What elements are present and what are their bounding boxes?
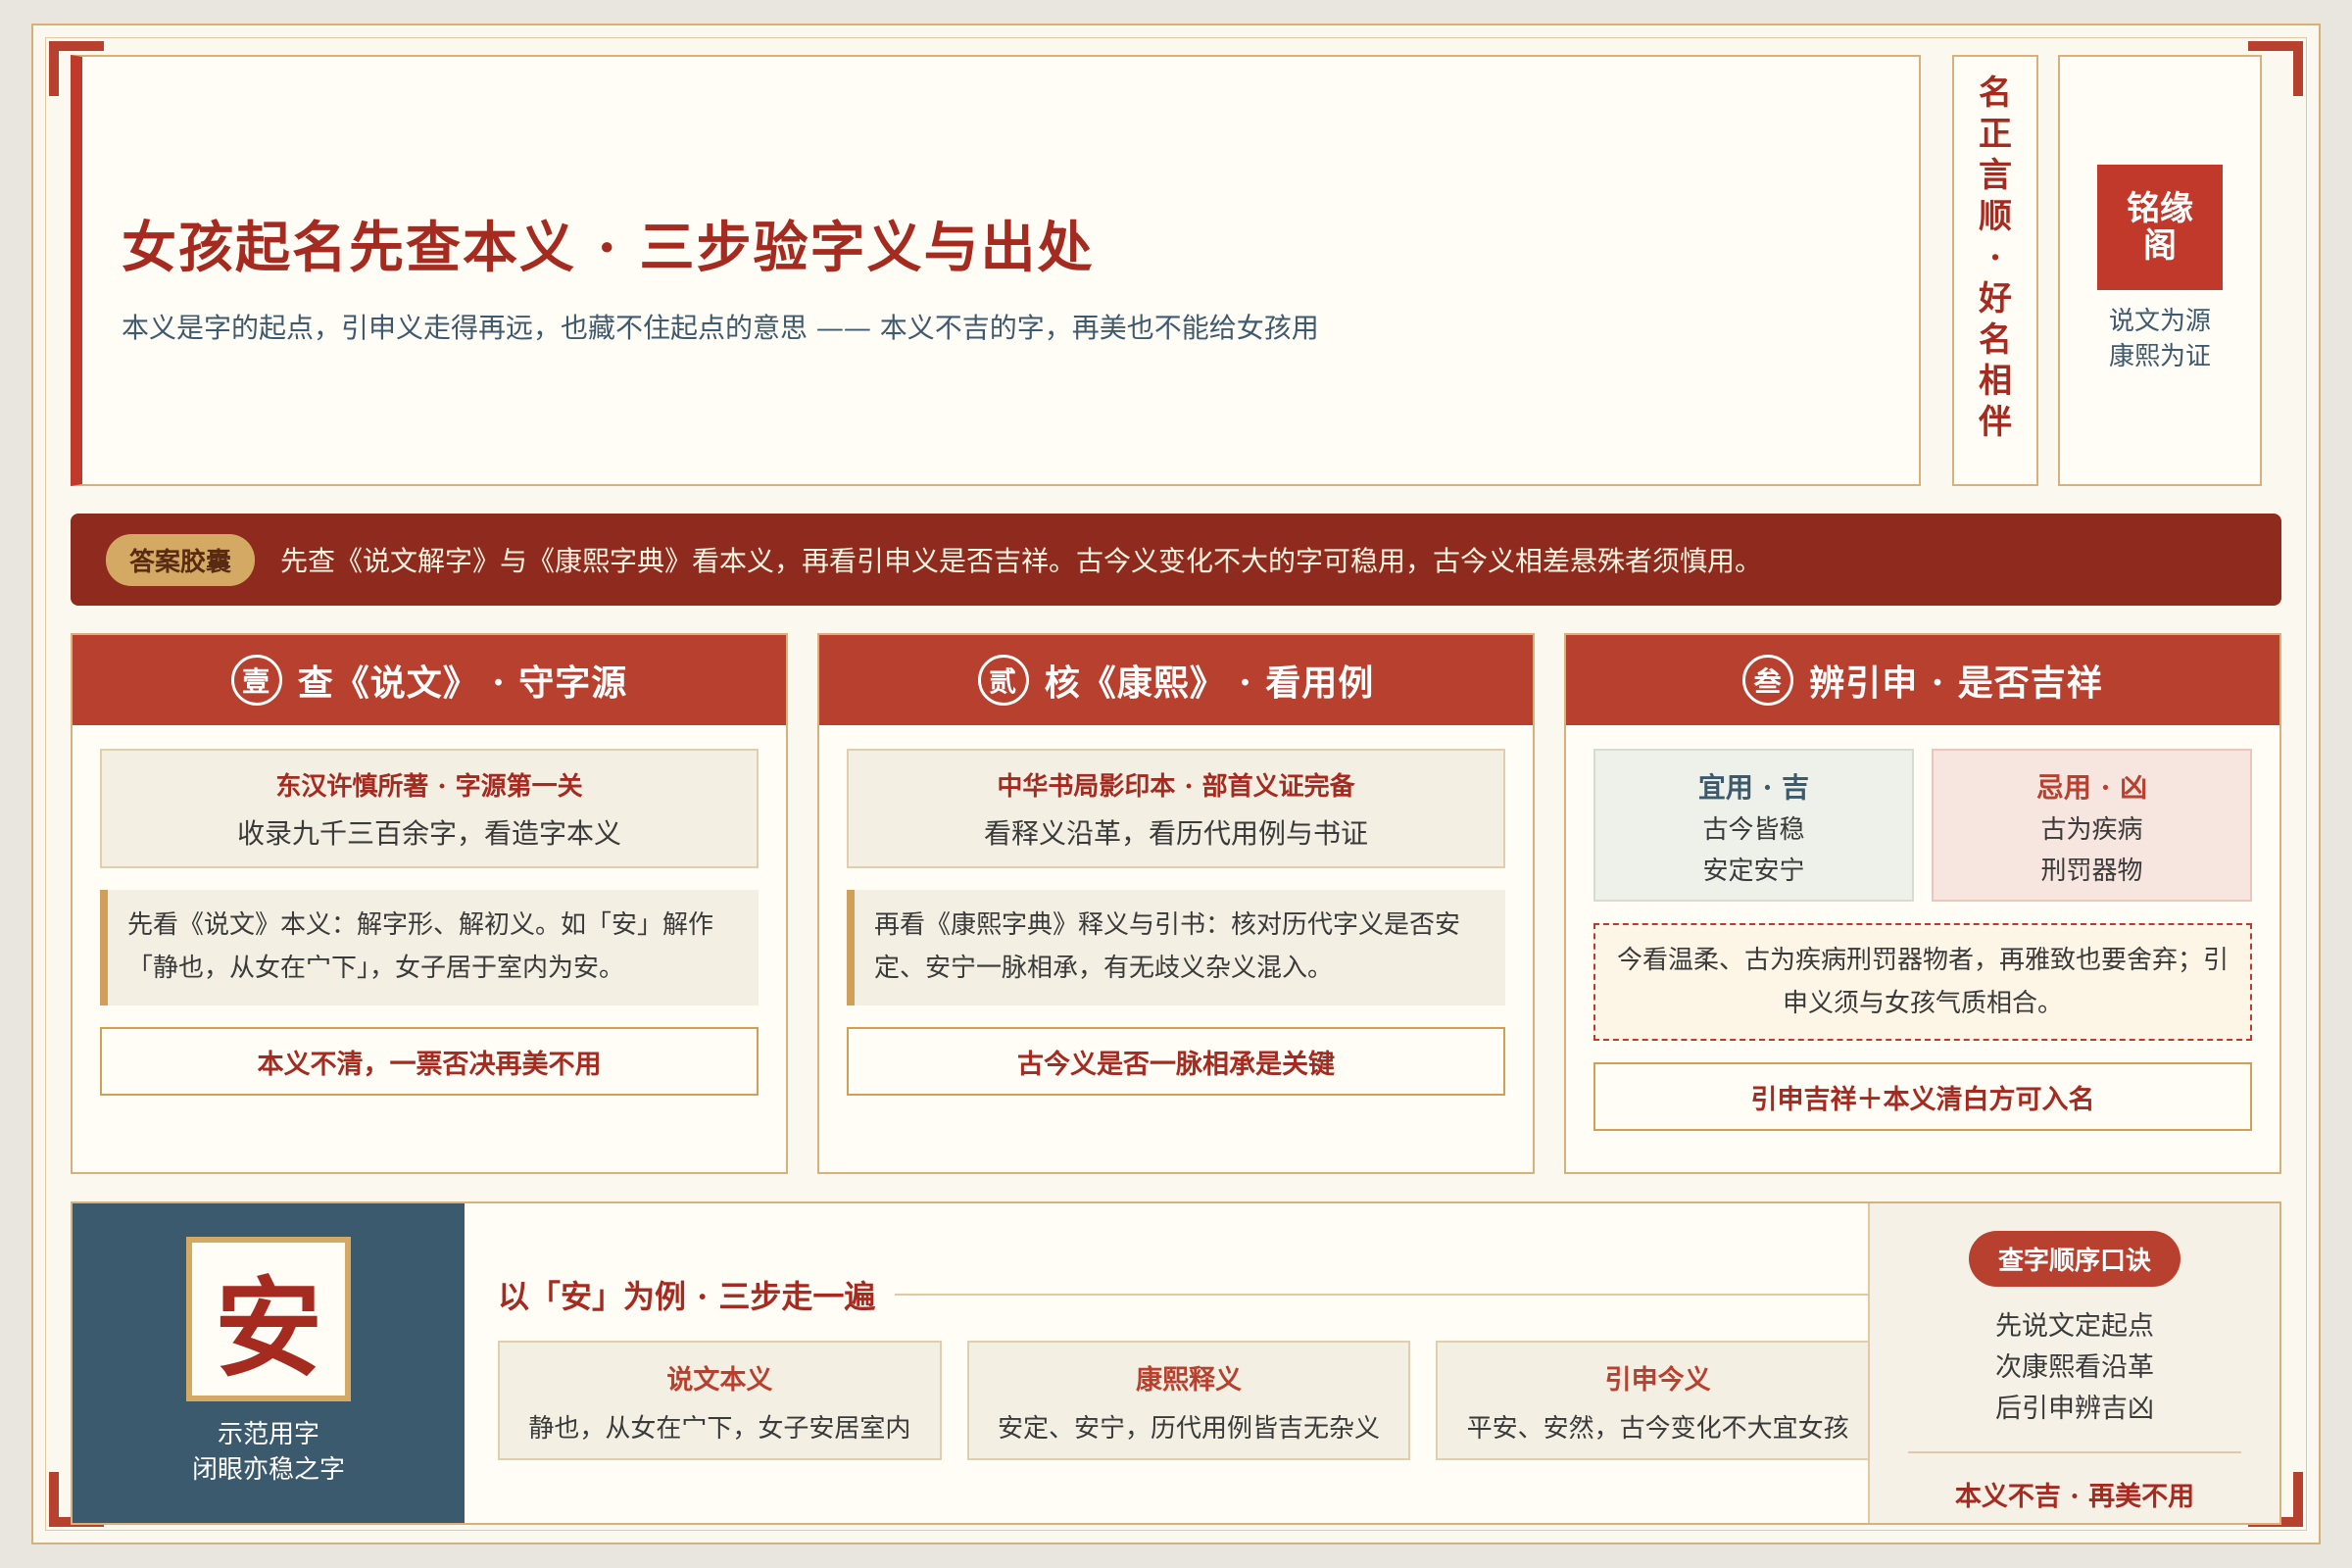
card-title: 核《康熙》 · 看用例: [1044, 662, 1375, 704]
motto-char: 名: [1979, 74, 2012, 113]
good-text: 古今皆稳 安定安宁: [1595, 809, 1912, 892]
page-title: 女孩起名先查本义 · 三步验字义与出处: [122, 216, 1095, 280]
motto-char: 名: [1979, 320, 2012, 360]
info-title: 东汉许慎所著 · 字源第一关: [275, 772, 583, 802]
info-body: 看释义沿革，看历代用例与书证: [983, 817, 1368, 850]
example-step-body: 安定、安宁，历代用例皆吉无杂义: [998, 1414, 1381, 1444]
good-label: 宜用 · 吉: [1697, 771, 1810, 804]
good-box: 宜用 · 吉 古今皆稳 安定安宁: [1593, 749, 1914, 902]
card-title: 辨引申 · 是否吉祥: [1809, 662, 2103, 704]
motto-char: 言: [1979, 156, 2012, 195]
bad-line: 刑罚器物: [2040, 857, 2143, 886]
example-steps-panel: 以「安」为例 · 三步走一遍 说文本义 静也，从女在宀下，女子安居室内 康熙释义…: [498, 1272, 1881, 1460]
example-step-title: 引申今义: [1604, 1365, 1711, 1396]
seal-panel: 铭缘阁 说文为源 康熙为证: [2058, 55, 2262, 486]
motto-char: 好: [1979, 279, 2012, 318]
example-step-title: 康熙释义: [1136, 1365, 1242, 1396]
motto-char: ·: [1989, 238, 2001, 277]
good-line: 安定安宁: [1702, 857, 1805, 886]
example-step: 说文本义 静也，从女在宀下，女子安居室内: [498, 1341, 942, 1460]
header-panel: 女孩起名先查本义 · 三步验字义与出处 本义是字的起点，引申义走得再远，也藏不住…: [71, 55, 1921, 486]
answer-tag: 答案胶囊: [106, 533, 256, 586]
example-steps: 说文本义 静也，从女在宀下，女子安居室内 康熙释义 安定、安宁，历代用例皆吉无杂…: [498, 1341, 1881, 1460]
example-title-row: 以「安」为例 · 三步走一遍: [498, 1272, 1880, 1317]
mnemonic-pill: 查字顺序口诀: [1968, 1231, 2180, 1287]
bad-label: 忌用 · 凶: [2035, 771, 2148, 804]
example-panel: 安 示范用字 闭眼亦稳之字 以「安」为例 · 三步走一遍 说文本义 静也，从女在…: [71, 1201, 2281, 1525]
verdict-box: 本义不清，一票否决再美不用: [100, 1027, 759, 1096]
example-step: 康熙释义 安定、安宁，历代用例皆吉无杂义: [966, 1341, 1411, 1460]
example-char-caption: 示范用字 闭眼亦稳之字: [192, 1417, 345, 1488]
closing-motto: 本义不吉 · 再美不用: [1954, 1482, 2195, 1512]
bad-box: 忌用 · 凶 古为疾病 刑罚器物: [1932, 749, 2252, 902]
example-char-panel: 安 示范用字 闭眼亦稳之字: [73, 1203, 465, 1523]
warning-note: 今看温柔、古为疾病刑罚器物者，再雅致也要舍弃；引申义须与女孩气质相合。: [1593, 923, 2252, 1041]
bad-line: 古为疾病: [2040, 815, 2143, 845]
info-title: 中华书局影印本 · 部首义证完备: [997, 772, 1355, 802]
quote-box: 再看《康熙字典》释义与引书：核对历代字义是否安定、安宁一脉相承，有无歧义杂义混入…: [847, 890, 1505, 1005]
mnemonic-line: 先说文定起点: [1995, 1311, 2154, 1342]
step-card-kangxi: 贰 核《康熙》 · 看用例 中华书局影印本 · 部首义证完备 看释义沿革，看历代…: [817, 633, 1535, 1174]
divider: [895, 1294, 1880, 1296]
info-box: 中华书局影印本 · 部首义证完备 看释义沿革，看历代用例与书证: [847, 749, 1505, 868]
card-header: 壹 查《说文》 · 守字源: [73, 635, 786, 725]
vertical-motto: 名 正 言 顺 · 好 名 相 伴: [1952, 55, 2038, 486]
motto-char: 顺: [1979, 197, 2012, 236]
example-step-title: 说文本义: [666, 1365, 773, 1396]
mnemonic-line: 次康熙看沿革: [1995, 1352, 2154, 1383]
card-header: 贰 核《康熙》 · 看用例: [819, 635, 1533, 725]
example-char: 安: [186, 1237, 351, 1401]
good-bad-compare: 宜用 · 吉 古今皆稳 安定安宁 忌用 · 凶 古为疾病 刑罚器物: [1593, 749, 2252, 902]
step-card-shuowen: 壹 查《说文》 · 守字源 东汉许慎所著 · 字源第一关 收录九千三百余字，看造…: [71, 633, 788, 1174]
answer-bar: 答案胶囊 先查《说文解字》与《康熙字典》看本义，再看引申义是否吉祥。古今义变化不…: [71, 514, 2281, 606]
caption-line: 示范用字: [217, 1420, 319, 1449]
example-step-body: 静也，从女在宀下，女子安居室内: [528, 1414, 911, 1444]
mnemonic-text: 先说文定起点 次康熙看沿革 后引申辨吉凶: [1995, 1306, 2154, 1430]
brand-seal: 铭缘阁: [2097, 165, 2223, 290]
caption-line: 闭眼亦稳之字: [191, 1455, 345, 1485]
card-title: 查《说文》 · 守字源: [297, 662, 628, 704]
motto-char: 正: [1979, 115, 2012, 154]
motto-char: 相: [1979, 362, 2012, 401]
verdict-box: 古今义是否一脉相承是关键: [847, 1027, 1505, 1096]
info-box: 东汉许慎所著 · 字源第一关 收录九千三百余字，看造字本义: [100, 749, 759, 868]
example-title: 以「安」为例 · 三步走一遍: [498, 1278, 876, 1315]
mnemonic-line: 后引申辨吉凶: [1995, 1394, 2154, 1424]
card-header: 叁 辨引申 · 是否吉祥: [1566, 635, 2279, 725]
info-body: 收录九千三百余字，看造字本义: [236, 817, 621, 850]
good-line: 古今皆稳: [1702, 815, 1805, 845]
verdict-box: 引申吉祥＋本义清白方可入名: [1593, 1062, 2252, 1131]
page-subtitle: 本义是字的起点，引申义走得再远，也藏不住起点的意思 —— 本义不吉的字，再美也不…: [122, 312, 1319, 344]
quote-box: 先看《说文》本义：解字形、解初义。如「安」解作「静也，从女在宀下」，女子居于室内…: [100, 890, 759, 1005]
step-number-badge: 叁: [1742, 655, 1794, 706]
mnemonic-panel: 查字顺序口诀 先说文定起点 次康熙看沿革 后引申辨吉凶 本义不吉 · 再美不用: [1868, 1203, 2279, 1523]
step-card-yinshen: 叁 辨引申 · 是否吉祥 宜用 · 吉 古今皆稳 安定安宁 忌用 · 凶 古为疾…: [1564, 633, 2281, 1174]
step-number-badge: 贰: [977, 655, 1029, 706]
seal-caption-line: 说文为源: [2108, 307, 2211, 336]
divider: [1908, 1451, 2241, 1453]
motto-char: 伴: [1979, 403, 2012, 442]
seal-caption: 说文为源 康熙为证: [2109, 304, 2211, 374]
example-step-body: 平安、安然，古今变化不大宜女孩: [1466, 1414, 1849, 1444]
example-step: 引申今义 平安、安然，古今变化不大宜女孩: [1436, 1341, 1881, 1460]
step-number-badge: 壹: [230, 655, 282, 706]
bad-text: 古为疾病 刑罚器物: [1934, 809, 2250, 892]
seal-caption-line: 康熙为证: [2108, 342, 2211, 371]
answer-text: 先查《说文解字》与《康熙字典》看本义，再看引申义是否吉祥。古今义变化不大的字可稳…: [280, 545, 1763, 577]
